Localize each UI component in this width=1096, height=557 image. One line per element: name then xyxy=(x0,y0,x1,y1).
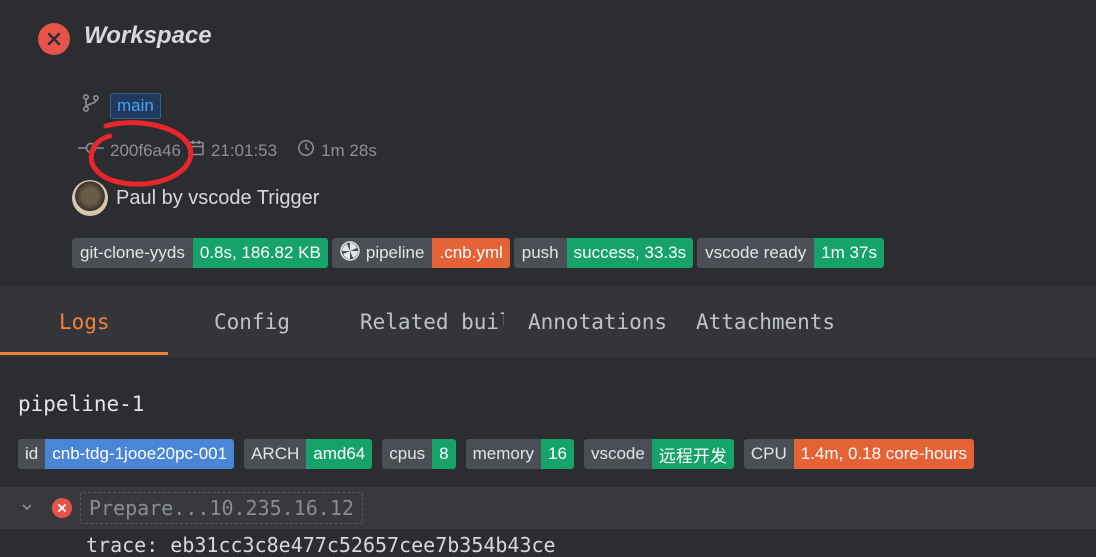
prop-value: 1.4m, 0.18 core-hours xyxy=(793,439,975,469)
badge-pipeline[interactable]: pipeline .cnb.yml xyxy=(331,238,510,268)
prop-value: cnb-tdg-1jooe20pc-001 xyxy=(45,439,235,469)
clock-icon xyxy=(297,139,315,162)
trace-id: trace: eb31cc3c8e477c52657cee7b354b43ce xyxy=(86,533,556,557)
author-trigger: Paul by vscode Trigger xyxy=(116,186,320,209)
badge-value: .cnb.yml xyxy=(432,238,510,268)
prop-value: 8 xyxy=(432,439,456,469)
error-status-icon xyxy=(38,23,70,55)
tab-bar: Logs Config Related builds Annotations A… xyxy=(0,287,1096,357)
prop-key: CPU xyxy=(743,439,794,469)
badge-key-pipeline: pipeline xyxy=(331,238,433,268)
prop-value: amd64 xyxy=(306,439,373,469)
commit-meta: 200f6a46 21:01:53 1m 28s xyxy=(78,139,377,162)
avatar[interactable] xyxy=(72,180,108,216)
pipeline-props: id cnb-tdg-1jooe20pc-001 ARCH amd64 cpus… xyxy=(18,439,975,469)
prop-id: id cnb-tdg-1jooe20pc-001 xyxy=(18,439,235,469)
badge-push[interactable]: push success, 33.3s xyxy=(513,238,694,268)
badge-git-clone[interactable]: git-clone-yyds 0.8s, 186.82 KB xyxy=(72,238,328,268)
badge-vscode-ready[interactable]: vscode ready 1m 37s xyxy=(697,238,884,268)
badge-value: success, 33.3s xyxy=(566,238,694,268)
calendar-icon xyxy=(187,139,205,162)
badge-value: 0.8s, 186.82 KB xyxy=(192,238,328,268)
error-icon xyxy=(52,498,72,518)
badge-value: 1m 37s xyxy=(814,238,884,268)
badge-key: push xyxy=(513,238,567,268)
page-title: Workspace xyxy=(84,22,212,49)
prop-vscode: vscode 远程开发 xyxy=(583,439,734,469)
prop-value: 远程开发 xyxy=(651,439,734,469)
badge-key-text: pipeline xyxy=(365,243,425,262)
step-label[interactable]: Prepare...10.235.16.12 xyxy=(80,492,363,524)
stage-badges: git-clone-yyds 0.8s, 186.82 KB pipeline … xyxy=(72,238,884,268)
pinwheel-icon xyxy=(340,240,360,266)
tab-annotations[interactable]: Annotations xyxy=(528,287,667,357)
tab-logs[interactable]: Logs xyxy=(59,287,110,357)
prop-cpu-usage: CPU 1.4m, 0.18 core-hours xyxy=(743,439,975,469)
branch-row: main xyxy=(80,92,161,119)
prop-memory: memory 16 xyxy=(465,439,574,469)
pipeline-name: pipeline-1 xyxy=(18,392,145,416)
chevron-down-icon[interactable] xyxy=(20,498,34,519)
prop-key: memory xyxy=(465,439,542,469)
active-tab-indicator xyxy=(0,352,168,355)
author-row: Paul by vscode Trigger xyxy=(72,180,319,216)
tab-config[interactable]: Config xyxy=(214,287,290,357)
prop-cpus: cpus 8 xyxy=(382,439,456,469)
tab-related-builds[interactable]: Related builds xyxy=(360,287,504,357)
badge-key: vscode ready xyxy=(697,238,815,268)
build-duration: 1m 28s xyxy=(321,140,377,160)
prop-key: cpus xyxy=(382,439,433,469)
git-branch-icon xyxy=(80,92,102,119)
branch-tag[interactable]: main xyxy=(110,92,161,119)
prop-key: ARCH xyxy=(244,439,307,469)
prop-key: vscode xyxy=(583,439,652,469)
prop-value: 16 xyxy=(541,439,574,469)
tab-attachments[interactable]: Attachments xyxy=(696,287,835,357)
prop-key: id xyxy=(18,439,46,469)
prop-arch: ARCH amd64 xyxy=(244,439,373,469)
git-commit-icon xyxy=(78,139,104,162)
build-time: 21:01:53 xyxy=(210,140,278,160)
badge-key: git-clone-yyds xyxy=(72,238,193,268)
step-row[interactable]: Prepare...10.235.16.12 xyxy=(0,487,1096,529)
commit-hash[interactable]: 200f6a46 xyxy=(110,141,181,161)
